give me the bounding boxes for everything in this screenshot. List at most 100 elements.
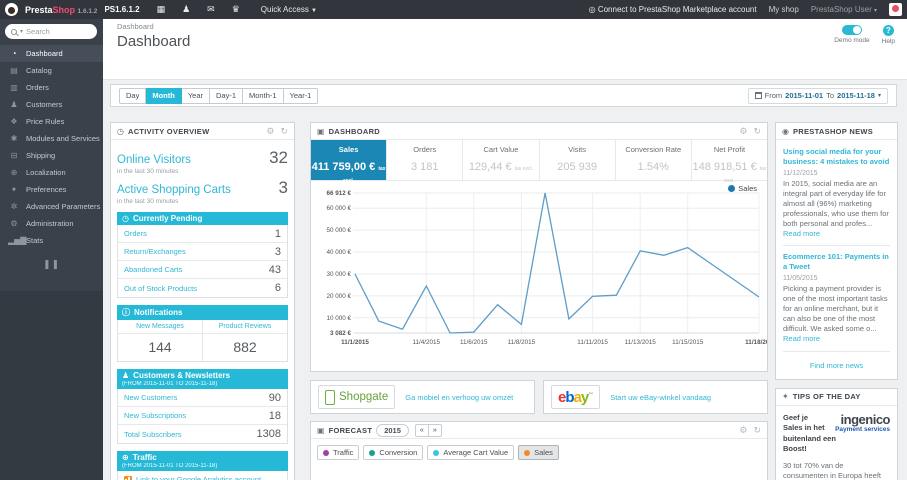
sidebar-item-preferences[interactable]: ✦ Preferences	[0, 181, 103, 198]
customers-list: New Customers 90 New Subscriptions 18 Tota…	[117, 389, 288, 444]
modules-icon: ✱	[10, 134, 18, 143]
range-day-1-button[interactable]: Day-1	[210, 87, 244, 104]
forecast-title: FORECAST	[328, 425, 373, 435]
shopgate-link[interactable]: Ga mobiel en verhoog uw omzet	[405, 393, 513, 402]
range-day-button[interactable]: Day	[119, 87, 147, 104]
cart-icon[interactable]: ▦	[157, 4, 166, 15]
user-avatar[interactable]	[889, 3, 902, 16]
dashboard-settings-icon[interactable]: ⚙	[739, 126, 747, 137]
read-more-link[interactable]: Read more	[783, 229, 820, 238]
sidebar-item-catalog[interactable]: ▤ Catalog	[0, 62, 103, 79]
prestashop-logo[interactable]	[5, 3, 18, 16]
sidebar-bottom	[0, 291, 103, 480]
online-visitors-link[interactable]: Online Visitors	[117, 154, 191, 166]
activity-overview-panel: ◷ ACTIVITY OVERVIEW ⚙ ↻ Online Visitors 3…	[110, 122, 295, 480]
metric-sales[interactable]: Sales 411 759,00 € tax excl.	[311, 140, 388, 184]
metric-visits[interactable]: Visits 205 939	[540, 140, 616, 180]
sidebar-item-administration[interactable]: ⚙ Administration	[0, 215, 103, 232]
trophy-icon[interactable]: ♛	[232, 4, 240, 15]
news-article-2-title[interactable]: Ecommerce 101: Payments in a Tweet	[783, 252, 890, 272]
content-header: Dashboard Dashboard Demo mode ? Help	[103, 19, 907, 80]
sidebar-collapse-button[interactable]: ❚❚	[0, 259, 103, 270]
help-icon[interactable]: ?	[882, 25, 894, 36]
quick-access-menu[interactable]: Quick Access ▼	[261, 5, 317, 14]
tips-title: TIPS OF THE DAY	[792, 392, 861, 401]
sidebar-item-price-rules[interactable]: ❖ Price Rules	[0, 113, 103, 130]
customers-quick-icon[interactable]: ♟	[182, 4, 190, 15]
metric-conversion-rate[interactable]: Conversion Rate 1.54%	[616, 140, 692, 180]
sidebar-item-shipping[interactable]: ⊟ Shipping	[0, 147, 103, 164]
search-input[interactable]	[26, 27, 82, 36]
metric-cart-value[interactable]: Cart Value 129,44 € tax excl.	[463, 140, 540, 180]
search-icon	[11, 28, 17, 35]
forecast-settings-icon[interactable]: ⚙	[739, 425, 747, 436]
ingenico-logo[interactable]: ingenico Payment services	[828, 413, 890, 433]
notifications-table: New Messages 144 Product Reviews 882	[117, 320, 288, 362]
tips-of-the-day-panel: ✦ TIPS OF THE DAY ingenico Payment servi…	[775, 387, 898, 480]
read-more-link[interactable]: Read more	[783, 334, 820, 343]
svg-text:11/13/2015: 11/13/2015	[625, 339, 657, 346]
user-menu[interactable]: PrestaShop User ▾	[811, 5, 877, 14]
range-year-button[interactable]: Year	[181, 87, 210, 104]
advanced-parameters-icon: ✲	[10, 202, 18, 211]
google-analytics-row: Link to your Google Analytics account	[117, 471, 288, 480]
forecast-next-button[interactable]: »	[428, 423, 442, 437]
ebay-link[interactable]: Start uw eBay-winkel vandaag	[610, 393, 711, 402]
currently-pending-header: ◷ Currently Pending	[117, 212, 288, 225]
metric-net-profit[interactable]: Net Profit 148 918,51 € tax excl.	[692, 140, 767, 184]
forecast-legend: Traffic Conversion Average Cart Value Sa…	[311, 439, 767, 466]
activity-refresh-icon[interactable]: ↻	[280, 126, 288, 137]
sidebar-item-customers[interactable]: ♟ Customers	[0, 96, 103, 113]
activity-settings-icon[interactable]: ⚙	[266, 126, 274, 137]
dashboard-icon: ◔	[11, 49, 17, 58]
shopgate-phone-icon	[325, 389, 335, 405]
localization-icon: ⊕	[10, 168, 18, 177]
rss-icon: ◉	[782, 126, 789, 136]
messages-icon[interactable]: ✉	[207, 4, 215, 15]
total-subscribers-row: Total Subscribers 1308	[124, 428, 281, 440]
brand-name[interactable]: PrestaShop 1.6.1.2	[25, 5, 97, 15]
preferences-icon: ✦	[10, 185, 18, 194]
date-range-picker[interactable]: From 2015-11-01 To 2015-11-18 ▾	[747, 87, 888, 104]
forecast-traffic-button[interactable]: Traffic	[317, 445, 360, 460]
active-carts-link[interactable]: Active Shopping Carts	[117, 184, 231, 196]
demo-mode-toggle[interactable]	[841, 25, 862, 35]
active-carts-value: 3	[278, 178, 288, 197]
range-year-1-button[interactable]: Year-1	[283, 87, 319, 104]
dashboard-refresh-icon[interactable]: ↻	[753, 126, 761, 137]
svg-text:40 000 €: 40 000 €	[326, 249, 351, 256]
range-month-1-button[interactable]: Month-1	[243, 87, 284, 104]
orders-icon: ▥	[10, 83, 18, 92]
administration-icon: ⚙	[10, 219, 18, 228]
forecast-sales-button[interactable]: Sales	[518, 445, 559, 460]
sidebar-item-localization[interactable]: ⊕ Localization	[0, 164, 103, 181]
new-subscriptions-row: New Subscriptions 18	[118, 407, 287, 425]
marketplace-link[interactable]: ◎ Connect to PrestaShop Marketplace acco…	[589, 5, 757, 14]
sales-chart-area: 66 912 € 60 000 € 50 000 € 40 000 € 30 000 €…	[311, 181, 773, 371]
forecast-avg-cart-button[interactable]: Average Cart Value	[427, 445, 515, 460]
online-visitors-value: 32	[269, 148, 288, 167]
sidebar-item-modules[interactable]: ✱ Modules and Services	[0, 130, 103, 147]
metric-orders[interactable]: Orders 3 181	[387, 140, 464, 180]
chart-legend: Sales	[728, 184, 757, 193]
google-analytics-link[interactable]: Link to your Google Analytics account	[136, 475, 261, 480]
sidebar-item-advanced-parameters[interactable]: ✲ Advanced Parameters	[0, 198, 103, 215]
sidebar-item-stats[interactable]: ▂▅▇ Stats	[0, 232, 103, 249]
sidebar-search[interactable]: ▾	[5, 24, 97, 39]
forecast-prev-button[interactable]: «	[414, 423, 429, 437]
range-month-button[interactable]: Month	[146, 87, 182, 104]
forecast-refresh-icon[interactable]: ↻	[753, 425, 761, 436]
date-toolbar: Day Month Year Day-1 Month-1 Year-1 From…	[110, 84, 897, 107]
forecast-year[interactable]: 2015	[376, 423, 409, 437]
my-shop-link[interactable]: My shop	[769, 5, 799, 14]
pending-clock-icon: ◷	[122, 214, 129, 223]
find-more-news-link[interactable]: Find more news	[783, 358, 890, 372]
search-scope-caret[interactable]: ▾	[20, 28, 23, 35]
news-article-1-title[interactable]: Using social media for your business: 4 …	[783, 147, 890, 167]
shopgate-banner[interactable]: Shopgate Ga mobiel en verhoog uw omzet	[310, 380, 535, 414]
breadcrumb[interactable]: Dashboard	[117, 22, 154, 31]
forecast-conversion-button[interactable]: Conversion	[363, 445, 424, 460]
sidebar-item-orders[interactable]: ▥ Orders	[0, 79, 103, 96]
ebay-banner[interactable]: ebay™ Start uw eBay-winkel vandaag	[543, 380, 768, 414]
sidebar-item-dashboard[interactable]: ◔ Dashboard	[0, 45, 103, 62]
